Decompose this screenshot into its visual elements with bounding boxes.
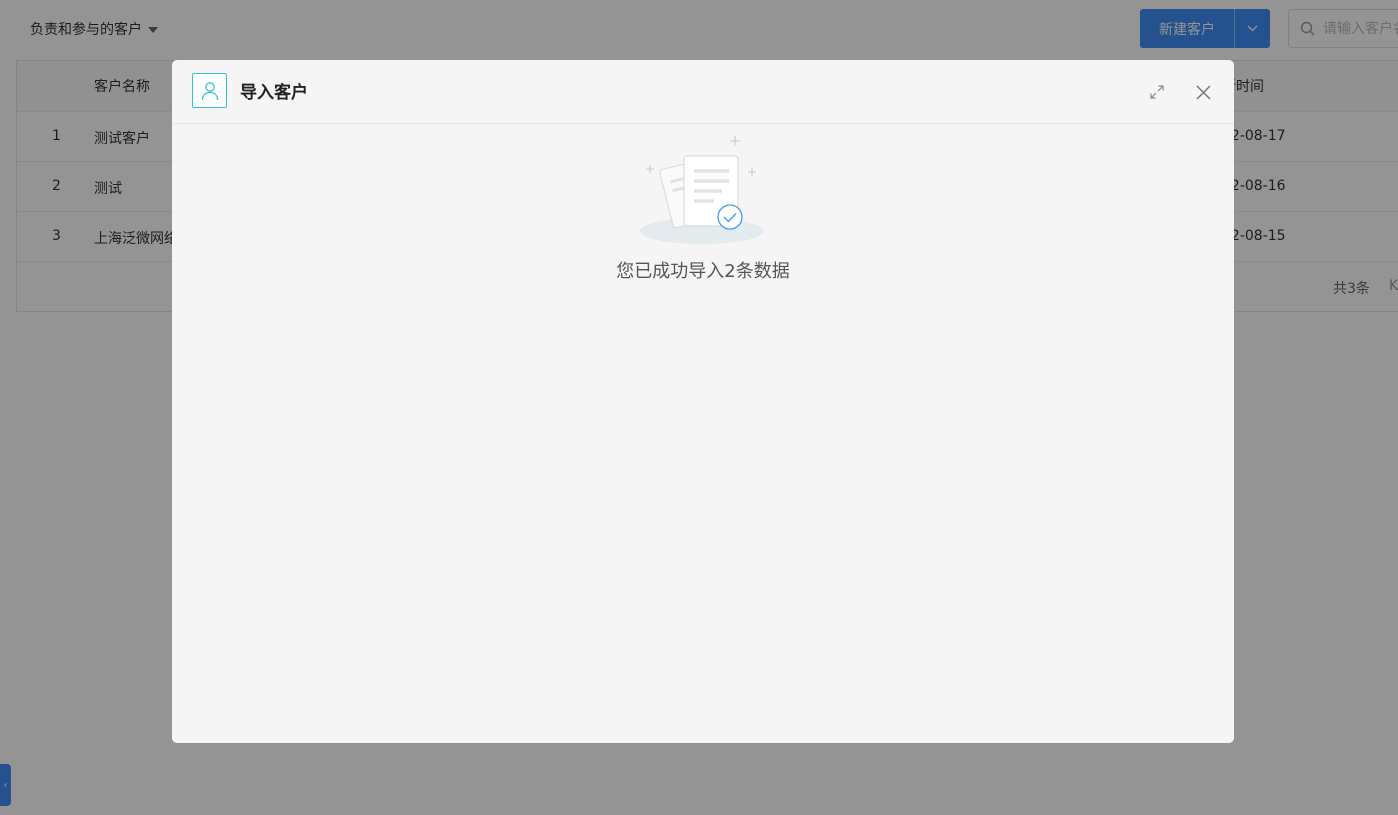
fullscreen-button[interactable] [1149,84,1165,100]
import-result-message: 您已成功导入2条数据 [616,261,790,282]
page: 负责和参与的客户 新建客户 客户名称 新时间 1 测试客户 22-08-17 [0,0,1398,815]
close-icon [1195,84,1211,100]
user-icon [192,73,227,108]
dialog-header: 导入客户 [172,60,1234,124]
import-customer-dialog: 导入客户 您已成功导入2条数据 [172,60,1234,743]
import-success-illustration [638,133,768,245]
expand-icon [1150,85,1164,99]
dialog-title: 导入客户 [240,83,308,103]
close-button[interactable] [1194,83,1212,101]
